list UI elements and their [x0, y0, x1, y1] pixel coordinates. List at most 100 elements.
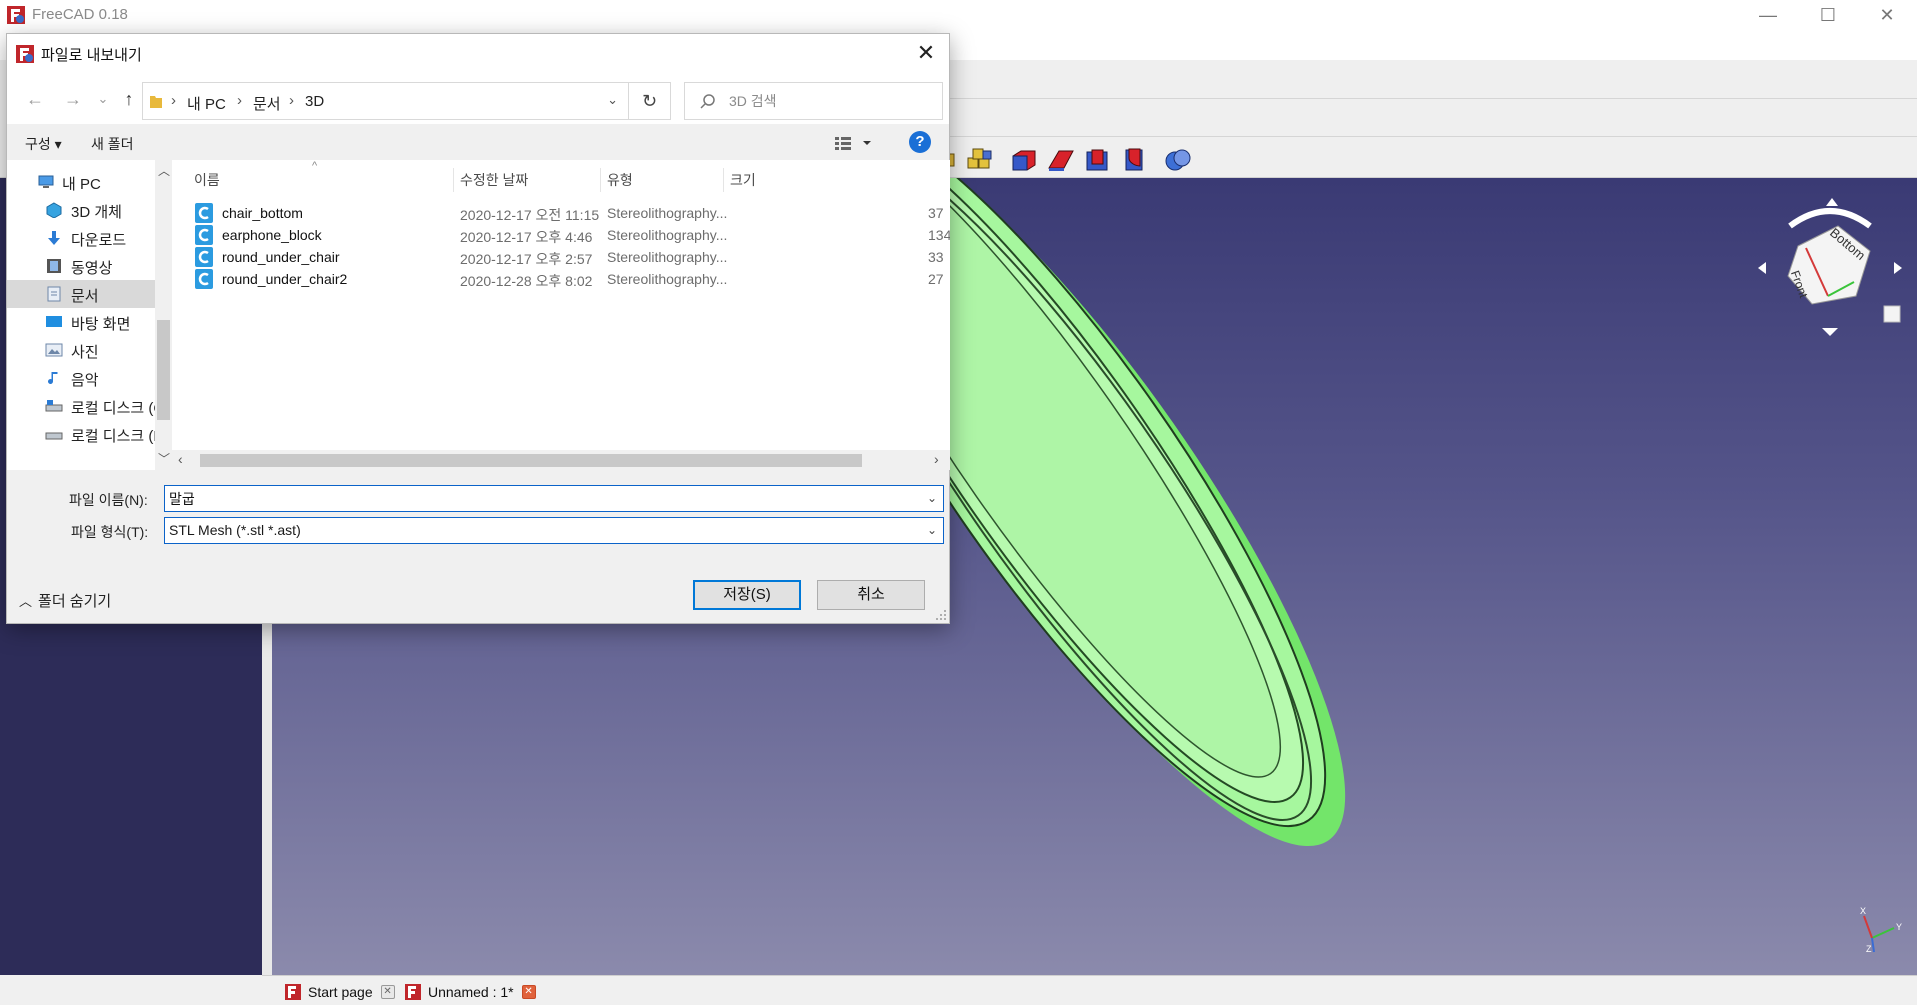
freecad-logo-icon [16, 45, 34, 63]
svg-text:Y: Y [1896, 922, 1902, 932]
breadcrumb-documents[interactable]: 문서 [253, 93, 281, 114]
scroll-left-icon[interactable]: ‹ [178, 451, 183, 467]
chevron-down-icon[interactable]: ⌄ [927, 491, 937, 505]
scroll-up-icon[interactable]: ︿ [158, 162, 170, 179]
music-icon [48, 372, 58, 384]
command-bar: 구성 ▾ 새 폴더 ? [7, 124, 949, 160]
compound-tool-icon[interactable] [965, 146, 995, 174]
filetype-label: 파일 형식(T): [71, 524, 149, 540]
cancel-button[interactable]: 취소 [817, 580, 925, 610]
scrollbar-thumb[interactable] [200, 454, 862, 467]
file-row[interactable]: round_under_chair2 2020-12-28 오후 8:02 St… [172, 266, 950, 293]
tab-start-page[interactable]: Start page ✕ [280, 979, 403, 1005]
address-dropdown-icon[interactable]: ⌄ [607, 92, 618, 108]
svg-text:Z: Z [1866, 944, 1872, 954]
close-tab-icon[interactable]: ✕ [380, 985, 395, 999]
column-header-type[interactable]: 유형 [607, 170, 633, 190]
close-window-button[interactable]: ✕ [1857, 0, 1917, 30]
app-title: FreeCAD 0.18 [32, 6, 128, 23]
nav-item-my-pc[interactable]: 내 PC [7, 168, 155, 196]
downloads-icon [48, 231, 60, 245]
hide-folders-toggle[interactable]: ︿ 폴더 숨기기 [19, 590, 111, 611]
tab-label: Start page [308, 984, 373, 1000]
address-bar[interactable]: › 내 PC › 문서 › 3D ⌄ [142, 82, 629, 120]
dialog-titlebar: 파일로 내보내기 ✕ [7, 34, 949, 72]
resize-grip-icon[interactable] [935, 609, 947, 621]
extrude-tool-icon[interactable] [1009, 146, 1039, 174]
help-button[interactable]: ? [909, 131, 931, 153]
tab-label: Unnamed : 1* [428, 984, 514, 1000]
drive-icon [45, 400, 63, 412]
filename-label: 파일 이름(N): [69, 492, 148, 508]
navigation-row: ← → ⌄ ↑ › 내 PC › 문서 › 3D ⌄ ↻ [7, 72, 949, 124]
nav-item-3d-objects[interactable]: 3D 개체 [7, 196, 155, 224]
file-list: ^ 이름 수정한 날짜 유형 크기 chair_bottom 2020-12-1… [172, 160, 950, 450]
search-icon [700, 94, 715, 109]
folder-icon [150, 96, 162, 108]
minimize-button[interactable]: — [1738, 0, 1798, 30]
freecad-logo-icon [7, 6, 25, 24]
close-tab-icon[interactable]: ✕ [521, 985, 536, 999]
documents-icon [47, 286, 61, 302]
freecad-logo-icon [285, 984, 301, 1000]
breadcrumb-my-pc[interactable]: 내 PC [187, 93, 226, 114]
recent-locations-button[interactable]: ⌄ [91, 88, 115, 110]
search-box[interactable] [684, 82, 943, 120]
boolean-tool-icon[interactable] [1163, 146, 1193, 174]
nav-item-local-disk-c[interactable]: 로컬 디스크 (C:) [7, 392, 155, 420]
scrollbar-thumb[interactable] [157, 320, 170, 420]
filetype-select[interactable]: STL Mesh (*.stl *.ast) ⌄ [164, 517, 944, 544]
nav-item-downloads[interactable]: 다운로드 [7, 224, 155, 252]
new-folder-button[interactable]: 새 폴더 [91, 134, 134, 154]
desktop-icon [46, 316, 62, 327]
filetype-value: STL Mesh (*.stl *.ast) [169, 522, 301, 538]
stl-file-icon [195, 225, 213, 245]
nav-item-videos[interactable]: 동영상 [7, 252, 155, 280]
dialog-title: 파일로 내보내기 [41, 47, 142, 64]
fillet-tool-icon[interactable] [1120, 146, 1150, 174]
column-header-size[interactable]: 크기 [730, 170, 756, 190]
sort-ascending-icon: ^ [312, 160, 318, 172]
pc-icon [38, 175, 54, 188]
freecad-logo-icon [405, 984, 421, 1000]
maximize-button[interactable]: ☐ [1798, 0, 1858, 30]
filename-field[interactable]: ⌄ [164, 485, 944, 512]
refresh-button[interactable]: ↻ [629, 82, 671, 120]
stl-file-icon [195, 247, 213, 267]
scroll-down-icon[interactable]: ﹀ [158, 450, 170, 467]
revolve-tool-icon[interactable] [1046, 146, 1076, 174]
nav-pane-scrollbar[interactable]: ︿ ﹀ [155, 160, 172, 470]
column-header-modified[interactable]: 수정한 날짜 [460, 170, 528, 190]
navigation-cube[interactable]: Bottom Front [1750, 186, 1910, 336]
column-header-name[interactable]: 이름 [194, 170, 220, 190]
organize-button[interactable]: 구성 ▾ [25, 134, 62, 154]
nav-item-music[interactable]: 음악 [7, 364, 155, 392]
nav-item-documents[interactable]: 문서 [7, 280, 155, 308]
tab-unnamed[interactable]: Unnamed : 1* ✕ [400, 979, 544, 1005]
export-file-dialog: 파일로 내보내기 ✕ ← → ⌄ ↑ › 내 PC › 문서 › 3D ⌄ ↻ … [6, 33, 950, 624]
back-button[interactable]: ← [23, 88, 47, 110]
up-button[interactable]: ↑ [117, 88, 141, 110]
stl-file-icon [195, 269, 213, 289]
dialog-close-button[interactable]: ✕ [903, 34, 949, 72]
nav-item-pictures[interactable]: 사진 [7, 336, 155, 364]
scroll-right-icon[interactable]: › [934, 451, 939, 467]
pictures-icon [45, 343, 63, 357]
filename-input[interactable] [169, 490, 909, 508]
breadcrumb-3d[interactable]: 3D [305, 93, 324, 110]
nav-item-desktop[interactable]: 바탕 화면 [7, 308, 155, 336]
axis-cross-icon: X Y Z [1852, 898, 1908, 954]
videos-icon [47, 259, 61, 273]
chevron-down-icon[interactable]: ⌄ [927, 523, 937, 537]
save-button[interactable]: 저장(S) [693, 580, 801, 610]
nav-item-local-disk-e[interactable]: 로컬 디스크 (E:) [7, 420, 155, 448]
file-list-hscrollbar[interactable]: ‹ › [172, 450, 950, 470]
view-options-icon[interactable] [833, 133, 885, 153]
search-input[interactable] [729, 91, 929, 111]
mirror-tool-icon[interactable] [1083, 146, 1113, 174]
3d-objects-icon [46, 202, 62, 218]
document-tabbar: Start page ✕ Unnamed : 1* ✕ [262, 975, 1917, 1005]
navigation-pane: 내 PC 3D 개체 다운로드 동영상 문서 바탕 화면 사진 음악 로컬 디스… [7, 160, 155, 470]
stl-file-icon [195, 203, 213, 223]
forward-button[interactable]: → [61, 88, 85, 110]
